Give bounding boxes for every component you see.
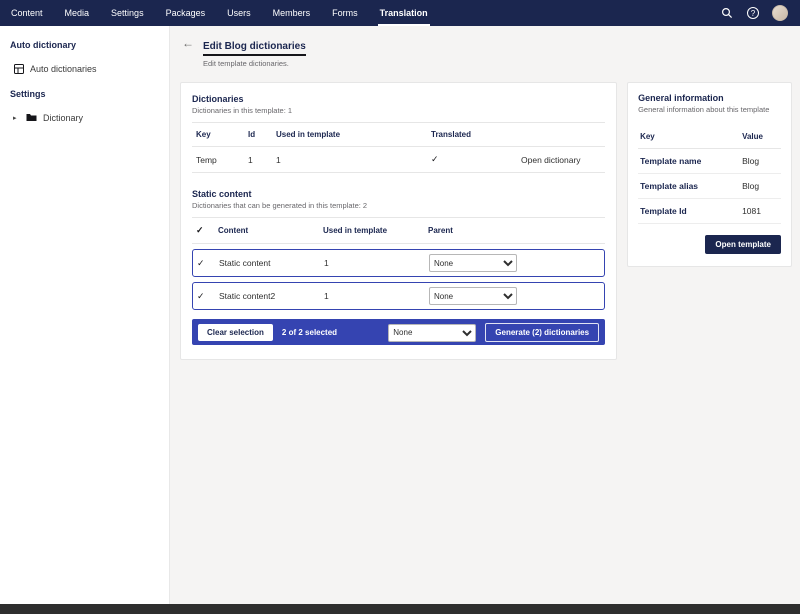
- column-key: Key: [640, 132, 655, 141]
- static-content-used: 1: [324, 258, 329, 268]
- select-all-checkbox[interactable]: ✓: [196, 225, 218, 236]
- sidebar-item-dictionary[interactable]: ▸ Dictionary: [0, 105, 169, 130]
- page-title-block: Edit Blog dictionaries Edit template dic…: [203, 36, 306, 68]
- boxes-icon: [13, 63, 24, 74]
- page-subtitle: Edit template dictionaries.: [203, 59, 289, 68]
- static-content-used: 1: [324, 291, 329, 301]
- tree-caret-icon[interactable]: ▸: [13, 114, 20, 122]
- info-value: Blog: [742, 181, 760, 191]
- dictionary-key: Temp: [196, 154, 217, 165]
- static-content-name: Static content: [219, 258, 271, 268]
- info-key: Template Id: [640, 206, 687, 216]
- content-row: Dictionaries Dictionaries in this templa…: [180, 82, 792, 360]
- dictionaries-section-title: Dictionaries: [192, 94, 244, 104]
- table-row: Template alias Blog: [638, 174, 781, 199]
- workspace: ← Edit Blog dictionaries Edit template d…: [170, 26, 800, 604]
- nav-item-users[interactable]: Users: [216, 0, 262, 26]
- parent-select[interactable]: None: [429, 287, 517, 305]
- general-info-subtitle: General information about this template: [638, 105, 770, 114]
- row-checkbox-checked[interactable]: ✓: [197, 291, 219, 302]
- sidebar-header-settings: Settings: [10, 89, 46, 99]
- dictionary-used: 1: [276, 154, 281, 165]
- nav-item-content[interactable]: Content: [0, 0, 54, 26]
- help-glyph: ?: [747, 7, 759, 19]
- generate-dictionaries-button[interactable]: Generate (2) dictionaries: [485, 322, 600, 342]
- table-row: Template Id 1081: [638, 199, 781, 224]
- selection-action-bar: Clear selection 2 of 2 selected None Gen…: [192, 319, 606, 345]
- back-arrow-icon[interactable]: ←: [182, 37, 194, 49]
- row-checkbox-checked[interactable]: ✓: [197, 258, 219, 269]
- info-key: Template name: [640, 156, 702, 166]
- column-content: Content: [218, 226, 249, 235]
- page-title[interactable]: Edit Blog dictionaries: [203, 41, 306, 56]
- top-navigation: Content Media Settings Packages Users Me…: [0, 0, 800, 26]
- sidebar-item-label: Dictionary: [43, 112, 84, 123]
- general-info-title: General information: [638, 93, 724, 103]
- nav-right-actions: ?: [720, 0, 800, 26]
- static-content-name: Static content2: [219, 291, 276, 301]
- search-icon[interactable]: [720, 6, 734, 20]
- open-dictionary-link[interactable]: Open dictionary: [521, 155, 601, 165]
- dictionaries-card: Dictionaries Dictionaries in this templa…: [180, 82, 618, 360]
- column-translated: Translated: [431, 130, 472, 139]
- column-used-in-template: Used in template: [323, 226, 388, 235]
- bulk-parent-select[interactable]: None: [388, 323, 477, 342]
- general-info-table-header: Key Value: [638, 125, 781, 149]
- static-content-table-header: ✓ Content Used in template Parent: [192, 217, 606, 244]
- folder-icon: [26, 112, 37, 123]
- open-template-button[interactable]: Open template: [705, 235, 781, 254]
- parent-select[interactable]: None: [429, 254, 517, 272]
- info-value: 1081: [742, 206, 761, 216]
- table-row[interactable]: ✓ Static content2 1 None: [192, 282, 606, 310]
- nav-item-members[interactable]: Members: [262, 0, 322, 26]
- column-value: Value: [742, 132, 763, 141]
- table-row: Template name Blog: [638, 149, 781, 174]
- selection-count-label: 2 of 2 selected: [281, 327, 338, 337]
- table-row[interactable]: ✓ Static content 1 None: [192, 249, 606, 277]
- general-information-card: General information General information …: [627, 82, 792, 267]
- column-used-in-template: Used in template: [276, 130, 341, 139]
- info-key: Template alias: [640, 181, 699, 191]
- page-header: ← Edit Blog dictionaries Edit template d…: [180, 36, 792, 68]
- nav-item-settings[interactable]: Settings: [100, 0, 155, 26]
- sidebar-header-auto-dictionary: Auto dictionary: [10, 40, 77, 50]
- info-value: Blog: [742, 156, 760, 166]
- dictionary-id: 1: [248, 154, 253, 165]
- column-parent: Parent: [428, 226, 453, 235]
- static-content-section-title: Static content: [192, 189, 252, 199]
- dictionaries-section-subtitle: Dictionaries in this template: 1: [192, 106, 293, 115]
- user-avatar[interactable]: [772, 5, 788, 21]
- screen: Content Media Settings Packages Users Me…: [0, 0, 800, 614]
- table-row: Temp 1 1 ✓ Open dictionary: [192, 147, 606, 173]
- sidebar: Auto dictionary Auto dictionaries Settin…: [0, 26, 170, 604]
- dictionaries-table-header: Key Id Used in template Translated: [192, 122, 606, 147]
- bottom-bar: [0, 604, 800, 614]
- nav-item-forms[interactable]: Forms: [321, 0, 369, 26]
- main-layout: Auto dictionary Auto dictionaries Settin…: [0, 26, 800, 604]
- check-icon: ✓: [431, 154, 439, 164]
- column-key: Key: [196, 130, 211, 139]
- nav-item-packages[interactable]: Packages: [155, 0, 217, 26]
- sidebar-item-auto-dictionaries[interactable]: Auto dictionaries: [0, 56, 169, 81]
- help-icon[interactable]: ?: [746, 6, 760, 20]
- nav-item-translation[interactable]: Translation: [369, 0, 439, 26]
- static-content-section-subtitle: Dictionaries that can be generated in th…: [192, 201, 368, 210]
- sidebar-item-label: Auto dictionaries: [30, 63, 97, 74]
- clear-selection-button[interactable]: Clear selection: [198, 323, 273, 341]
- nav-item-media[interactable]: Media: [54, 0, 101, 26]
- column-id: Id: [248, 130, 256, 139]
